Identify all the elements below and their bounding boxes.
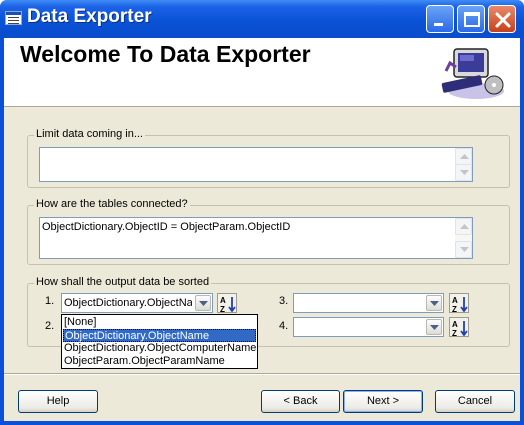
window: Data Exporter Welcome To Data Exporter L… (0, 0, 524, 425)
chevron-down-icon (430, 325, 439, 330)
svg-text:A: A (452, 296, 458, 305)
sort-row-4-number: 4. (279, 320, 289, 332)
sort-field-3-select[interactable] (293, 293, 444, 313)
help-button[interactable]: Help (18, 390, 98, 413)
connect-group: How are the tables connected? ObjectDict… (27, 198, 510, 265)
table-icon (5, 11, 22, 25)
sort-row-1-number: 1. (45, 295, 55, 307)
sort-field-dropdown-list[interactable]: [None] ObjectDictionary.ObjectName Objec… (61, 314, 258, 369)
cancel-button[interactable]: Cancel (435, 390, 515, 413)
sort-a-z-icon: A Z (220, 296, 236, 313)
svg-text:A: A (452, 320, 458, 329)
list-item[interactable]: [None] (63, 316, 256, 329)
back-button[interactable]: < Back (261, 390, 340, 413)
connect-input[interactable]: ObjectDictionary.ObjectID = ObjectParam.… (39, 217, 473, 259)
arrow-down-icon (460, 170, 469, 175)
limit-input[interactable] (39, 147, 473, 182)
connect-legend: How are the tables connected? (34, 198, 190, 210)
sort-legend: How shall the output data be sorted (34, 276, 212, 288)
scroll-up-button[interactable] (455, 148, 472, 165)
chevron-down-icon (430, 301, 439, 306)
arrow-up-icon (460, 154, 469, 159)
page-title: Welcome To Data Exporter (20, 41, 311, 67)
chevron-down-icon (199, 301, 208, 306)
connect-input-text: ObjectDictionary.ObjectID = ObjectParam.… (42, 221, 291, 233)
sort-order-4-button[interactable]: A Z (449, 317, 469, 337)
limit-scrollbar[interactable] (455, 148, 472, 181)
scroll-down-button[interactable] (455, 241, 472, 258)
sort-row-3-number: 3. (279, 295, 289, 307)
sort-a-z-icon: A Z (452, 296, 468, 313)
arrow-down-icon (460, 247, 469, 252)
arrow-up-icon (460, 224, 469, 229)
list-item[interactable]: ObjectDictionary.ObjectComputerName (63, 342, 256, 355)
close-icon (495, 12, 511, 28)
scroll-up-button[interactable] (455, 218, 472, 235)
maximize-button[interactable] (457, 5, 485, 33)
svg-text:Z: Z (220, 305, 225, 313)
sort-row-2-number: 2. (45, 320, 55, 332)
dropdown-button[interactable] (426, 319, 442, 335)
connect-scrollbar[interactable] (455, 218, 472, 258)
scroll-down-button[interactable] (455, 164, 472, 181)
wizard-header: Welcome To Data Exporter (4, 38, 520, 107)
sort-order-1-button[interactable]: A Z (217, 293, 237, 313)
list-item-selected[interactable]: ObjectDictionary.ObjectName (63, 329, 256, 342)
maximize-icon (464, 12, 480, 27)
svg-text:A: A (220, 296, 226, 305)
svg-text:Z: Z (452, 305, 457, 313)
footer-divider (4, 373, 520, 375)
title-bar[interactable]: Data Exporter (0, 0, 524, 38)
wizard-body: Welcome To Data Exporter Limit data comi… (4, 38, 520, 421)
sort-a-z-icon: A Z (452, 320, 468, 337)
next-button[interactable]: Next > (343, 390, 423, 413)
limit-legend: Limit data coming in... (34, 128, 145, 140)
list-item[interactable]: ObjectParam.ObjectParamName (63, 355, 256, 368)
sort-field-4-select[interactable] (293, 317, 444, 337)
dropdown-button[interactable] (426, 295, 442, 311)
minimize-button[interactable] (426, 5, 454, 33)
close-button[interactable] (488, 5, 516, 33)
window-title: Data Exporter (27, 6, 152, 27)
minimize-icon (434, 23, 443, 26)
svg-text:Z: Z (452, 329, 457, 337)
computer-with-disk-icon (441, 48, 504, 99)
limit-group: Limit data coming in... (27, 128, 510, 188)
dropdown-button[interactable] (195, 295, 211, 311)
sort-field-1-select[interactable]: ObjectDictionary.ObjectNa (61, 293, 213, 313)
sort-order-3-button[interactable]: A Z (449, 293, 469, 313)
sort-field-1-value: ObjectDictionary.ObjectNa (64, 297, 192, 309)
